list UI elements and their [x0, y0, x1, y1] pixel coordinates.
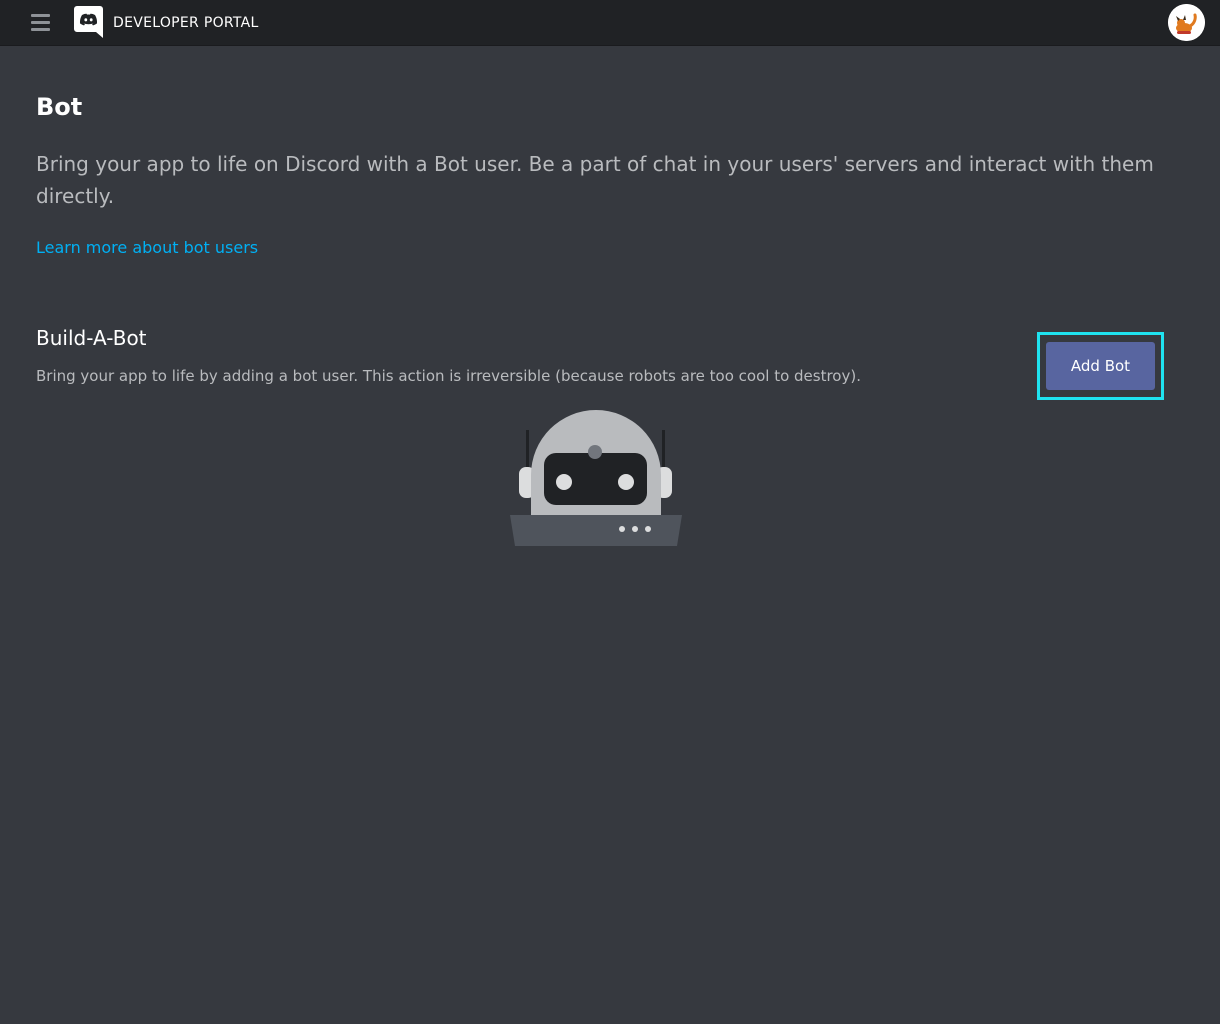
page-description: Bring your app to life on Discord with a… — [36, 152, 1154, 208]
robot-illustration — [505, 405, 687, 550]
add-bot-button[interactable]: Add Bot — [1046, 342, 1155, 390]
user-avatar[interactable] — [1168, 4, 1205, 41]
developer-portal-title[interactable]: DEVELOPER PORTAL — [113, 13, 259, 33]
build-a-bot-description: Bring your app to life by adding a bot u… — [36, 367, 861, 385]
page-title: Bot — [36, 93, 83, 121]
build-a-bot-title: Build-A-Bot — [36, 326, 147, 350]
learn-more-link[interactable]: Learn more about bot users — [36, 237, 258, 259]
top-navigation-bar: DEVELOPER PORTAL — [0, 0, 1220, 46]
hamburger-menu-icon[interactable] — [31, 14, 50, 32]
discord-logo-icon[interactable] — [74, 6, 103, 38]
